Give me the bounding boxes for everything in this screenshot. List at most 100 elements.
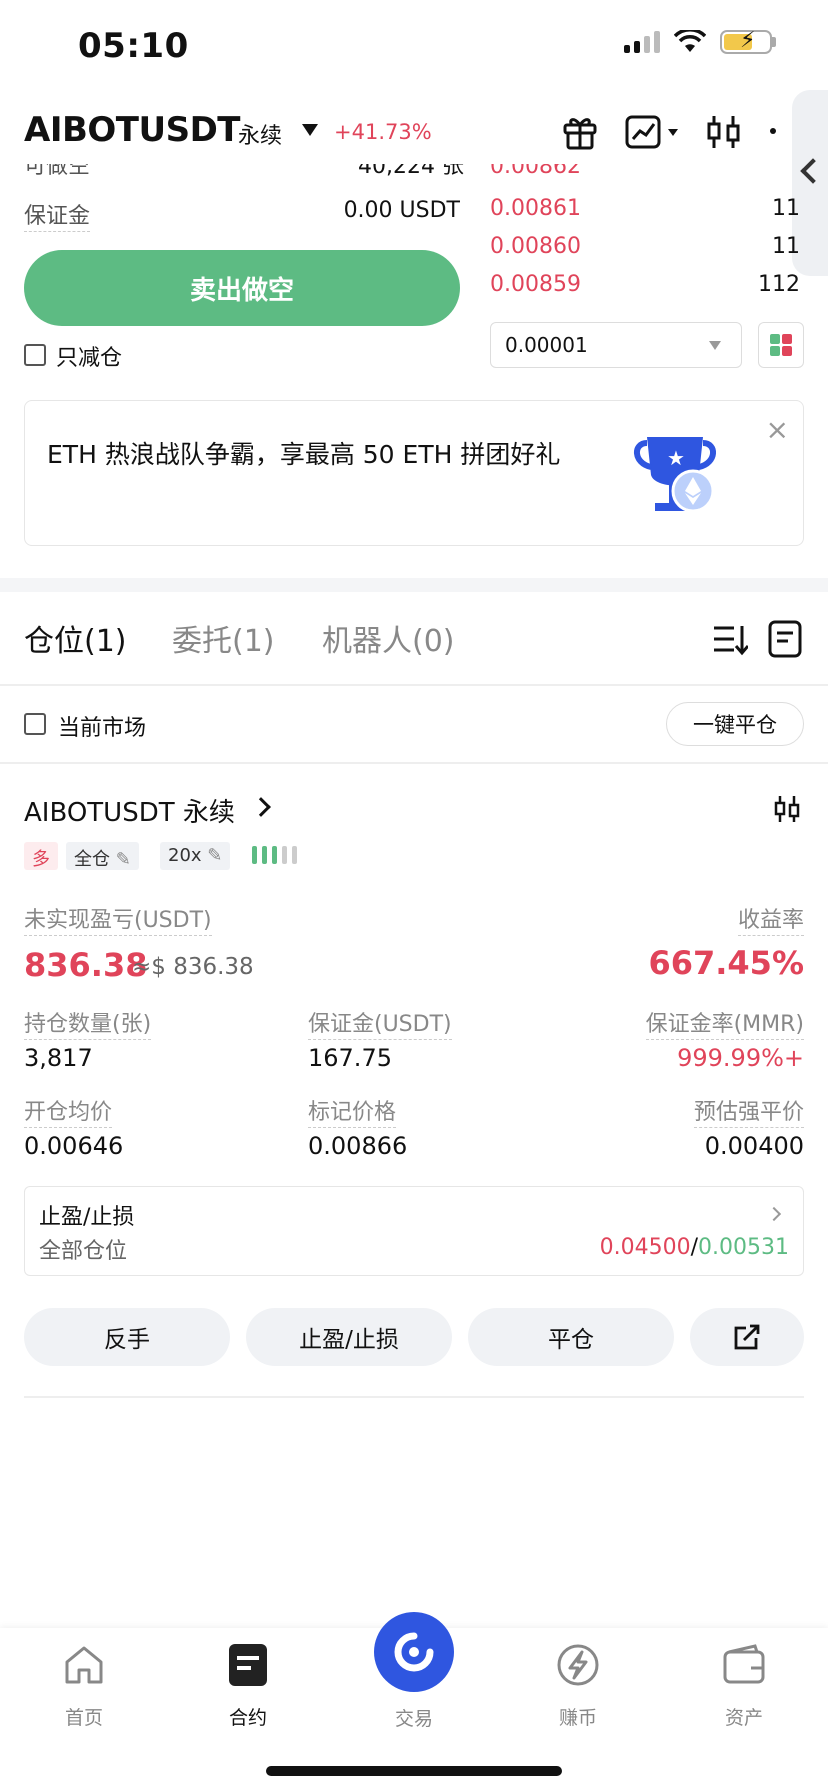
divider (0, 762, 828, 764)
candlestick-icon[interactable] (704, 112, 744, 152)
available-value: 40,224 张 (358, 164, 464, 178)
nav-earn-label: 赚币 (558, 1707, 597, 1729)
reverse-button[interactable]: 反手 (24, 1308, 230, 1366)
trade-icon (394, 1632, 434, 1672)
nav-assets-label: 资产 (724, 1707, 763, 1729)
caret-down-icon[interactable] (302, 124, 318, 136)
candlestick-icon[interactable] (772, 794, 802, 824)
tpsl-separator: / (690, 1235, 699, 1260)
nav-home[interactable]: 首页 (34, 1642, 134, 1730)
more-icon[interactable] (770, 128, 776, 134)
leverage-tag[interactable]: 20x ✎ (160, 842, 231, 870)
share-icon (734, 1324, 760, 1350)
svg-text:★: ★ (667, 446, 685, 470)
mark-price-value: 0.00866 (308, 1132, 408, 1160)
side-tag: 多 (24, 842, 58, 870)
chart-icon[interactable] (624, 112, 682, 152)
reduce-only-checkbox[interactable] (24, 344, 46, 366)
leverage-label: 20x (168, 845, 202, 866)
nav-home-label: 首页 (64, 1707, 103, 1729)
wifi-icon (674, 30, 706, 52)
current-market-checkbox[interactable] (24, 713, 46, 735)
liq-price-value: 0.00400 (704, 1132, 804, 1160)
mmr-label: 保证金率(MMR) (645, 1006, 804, 1040)
banner-text: ETH 热浪战队争霸，享最高 50 ETH 拼团好礼 (47, 440, 561, 469)
earn-icon (557, 1644, 599, 1686)
margin-label: 保证金 (24, 198, 91, 232)
chevron-right-icon (766, 1206, 782, 1222)
divider (24, 1396, 804, 1398)
edit-icon: ✎ (207, 845, 223, 866)
price-change: +41.73% (334, 120, 432, 144)
pair-title[interactable]: AIBOTUSDT (24, 110, 241, 150)
tab-bots[interactable]: 机器人(0) (322, 616, 455, 660)
futures-icon (229, 1644, 267, 1686)
wallet-icon (723, 1644, 765, 1684)
orderbook-ask-price[interactable]: 0.00861 (490, 196, 581, 221)
reduce-only-label: 只减仓 (56, 346, 123, 371)
close-icon[interactable]: × (766, 413, 789, 446)
current-market-label: 当前市场 (58, 716, 147, 741)
unrealized-pnl-value: 836.38 (24, 946, 148, 984)
home-indicator (266, 1766, 562, 1776)
chevron-right-icon[interactable] (251, 797, 271, 817)
section-divider (0, 578, 828, 592)
orderbook-ask-price[interactable]: 0.00859 (490, 272, 581, 297)
position-title[interactable]: AIBOTUSDT 永续 (24, 792, 235, 829)
risk-level-icon (252, 846, 297, 864)
unrealized-pnl-label: 未实现盈亏(USDT) (24, 902, 212, 936)
nav-trade-button[interactable] (374, 1612, 454, 1692)
position-size-label: 持仓数量(张) (24, 1006, 152, 1040)
caret-down-icon (709, 341, 721, 350)
promo-banner[interactable]: ETH 热浪战队争霸，享最高 50 ETH 拼团好礼 × ★ (24, 400, 804, 546)
nav-earn[interactable]: 赚币 (528, 1642, 628, 1730)
orderbook-ask-qty: 11 (772, 234, 800, 259)
tick-size-select[interactable]: 0.00001 (490, 322, 742, 368)
margin-value: 0.00 USDT (343, 198, 460, 223)
status-time: 05:10 (78, 26, 189, 66)
tpsl-button[interactable]: 止盈/止损 (246, 1308, 452, 1366)
available-label: 可做空 (24, 164, 91, 178)
position-margin-label: 保证金(USDT) (308, 1006, 452, 1040)
battery-icon: ⚡ (720, 28, 772, 54)
sort-icon[interactable] (712, 622, 748, 656)
trophy-icon: ★ (634, 437, 716, 513)
margin-mode-label: 全仓 (74, 849, 110, 870)
tab-orders[interactable]: 委托(1) (172, 616, 275, 660)
gift-icon[interactable] (560, 112, 600, 152)
close-all-button[interactable]: 一键平仓 (666, 702, 804, 746)
unrealized-pnl-usd: ≈$ 836.38 (132, 954, 254, 980)
nav-futures[interactable]: 合约 (198, 1642, 298, 1730)
history-icon[interactable] (768, 620, 802, 658)
tpsl-scope: 全部仓位 (39, 1239, 128, 1264)
position-margin-value: 167.75 (308, 1044, 392, 1072)
divider (0, 684, 828, 686)
sell-short-button[interactable]: 卖出做空 (24, 250, 460, 326)
status-icons: ⚡ (624, 28, 776, 54)
home-icon (65, 1646, 103, 1684)
nav-trade-label[interactable]: 交易 (364, 1704, 464, 1731)
tick-size-value: 0.00001 (505, 333, 588, 357)
liq-price-label: 预估强平价 (693, 1094, 804, 1128)
nav-futures-label: 合约 (228, 1707, 267, 1729)
orderbook-ask-qty: 11 (772, 196, 800, 221)
close-position-button[interactable]: 平仓 (468, 1308, 674, 1366)
tpsl-title: 止盈/止损 (39, 1205, 135, 1230)
mmr-value: 999.99%+ (677, 1044, 804, 1072)
tpsl-summary[interactable]: 止盈/止损 全部仓位 0.04500 / 0.00531 (24, 1186, 804, 1276)
edit-icon: ✎ (115, 849, 131, 870)
entry-price-value: 0.00646 (24, 1132, 124, 1160)
share-button[interactable] (690, 1308, 804, 1366)
orderbook-ask-price[interactable]: 0.00862 (490, 164, 581, 178)
orderbook-layout-icon[interactable] (758, 322, 804, 368)
tab-positions[interactable]: 仓位(1) (24, 616, 127, 660)
position-size-value: 3,817 (24, 1044, 93, 1072)
entry-price-label: 开仓均价 (24, 1094, 113, 1128)
nav-assets[interactable]: 资产 (694, 1642, 794, 1730)
contract-type[interactable]: 永续 (238, 118, 282, 150)
margin-mode-tag[interactable]: 全仓 ✎ (66, 842, 139, 870)
roe-value: 667.45% (648, 944, 804, 982)
orderbook-ask-price[interactable]: 0.00860 (490, 234, 581, 259)
orderbook-ask-qty: 112 (758, 272, 800, 297)
mark-price-label: 标记价格 (308, 1094, 397, 1128)
